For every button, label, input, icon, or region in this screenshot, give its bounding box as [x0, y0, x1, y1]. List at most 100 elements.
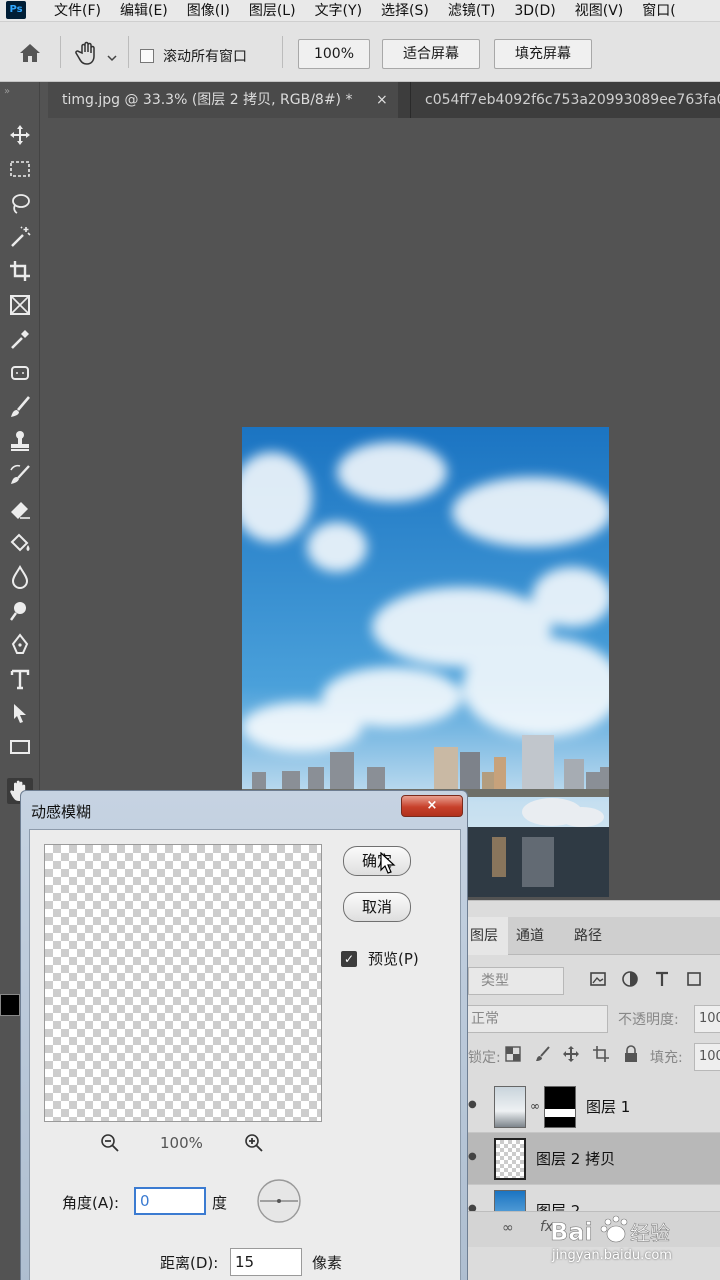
menu-window[interactable]: 窗口(: [642, 0, 675, 22]
brush-tool-icon[interactable]: [7, 394, 33, 420]
opacity-input[interactable]: 100: [694, 1005, 720, 1033]
marquee-tool-icon[interactable]: [7, 156, 33, 182]
type-filter-icon[interactable]: [652, 969, 672, 991]
blur-tool-icon[interactable]: [7, 564, 33, 590]
hand-tool-icon[interactable]: [74, 40, 102, 66]
fill-label: 填充:: [650, 1050, 683, 1066]
dialog-close-button[interactable]: ×: [401, 795, 463, 817]
zoom-100-button[interactable]: 100%: [298, 39, 370, 69]
history-brush-tool-icon[interactable]: [7, 462, 33, 488]
menu-layer[interactable]: 图层(L): [249, 0, 296, 22]
paint-bucket-tool-icon[interactable]: [7, 530, 33, 556]
filter-kind-label: 类型: [481, 973, 509, 989]
preview-zoom-value: 100%: [160, 1134, 203, 1152]
watermark-url: jingyan.baidu.com: [552, 1248, 672, 1263]
scroll-all-windows-checkbox[interactable]: [140, 49, 154, 63]
lock-artboard-icon[interactable]: [592, 1045, 612, 1065]
separator: [282, 36, 283, 68]
tab-paths[interactable]: 路径: [564, 917, 612, 955]
filter-preview-area[interactable]: [44, 844, 322, 1122]
clone-stamp-tool-icon[interactable]: [7, 428, 33, 454]
adjustment-filter-icon[interactable]: [620, 969, 640, 991]
lasso-tool-icon[interactable]: [7, 190, 33, 216]
layer-filter-icons: [588, 969, 720, 993]
distance-unit: 像素: [312, 1254, 343, 1272]
baidu-logo: Bai 经验: [550, 1215, 670, 1246]
layer-name: 图层 2 拷贝: [536, 1150, 616, 1168]
lock-position-icon[interactable]: [562, 1045, 582, 1065]
home-icon[interactable]: [18, 42, 42, 64]
link-icon[interactable]: ∞: [530, 1099, 540, 1113]
spot-healing-tool-icon[interactable]: [7, 360, 33, 386]
svg-text:经验: 经验: [630, 1221, 670, 1245]
magic-wand-tool-icon[interactable]: [7, 224, 33, 250]
crop-tool-icon[interactable]: [7, 258, 33, 284]
path-selection-tool-icon[interactable]: [7, 700, 33, 726]
tab-timg[interactable]: timg.jpg @ 33.3% (图层 2 拷贝, RGB/8#) *: [48, 82, 398, 118]
move-tool-icon[interactable]: [7, 122, 33, 148]
pen-tool-icon[interactable]: [7, 632, 33, 658]
tab-label: timg.jpg @ 33.3% (图层 2 拷贝, RGB/8#) *: [62, 92, 353, 108]
eraser-tool-icon[interactable]: [7, 496, 33, 522]
link-layers-icon[interactable]: ∞: [502, 1220, 514, 1236]
lock-transparency-icon[interactable]: [504, 1045, 524, 1065]
dialog-body: 确定 取消 ✓ 预览(P) 100% 角度(A): 0 度 距离(D): 15 …: [29, 829, 461, 1280]
distance-input[interactable]: 15: [230, 1248, 302, 1276]
frame-tool-icon[interactable]: [7, 292, 33, 318]
preview-checkbox[interactable]: ✓: [341, 951, 357, 967]
zoom-out-icon[interactable]: [100, 1133, 120, 1153]
dialog-titlebar[interactable]: 动感模糊 ×: [21, 791, 467, 827]
visibility-eye-icon[interactable]: ●: [468, 1099, 482, 1113]
lock-icons: [504, 1045, 644, 1067]
ok-button[interactable]: 确定: [343, 846, 411, 876]
menu-items: 文件(F) 编辑(E) 图像(I) 图层(L) 文字(Y) 选择(S) 滤镜(T…: [54, 0, 695, 22]
lock-pixels-icon[interactable]: [534, 1045, 554, 1065]
image-filter-icon[interactable]: [588, 969, 608, 991]
layer-row-selected[interactable]: ● 图层 2 拷贝: [460, 1133, 720, 1185]
menu-type[interactable]: 文字(Y): [315, 0, 362, 22]
lock-label: 锁定:: [468, 1050, 501, 1066]
menu-view[interactable]: 视图(V): [575, 0, 624, 22]
lock-all-icon[interactable]: [622, 1045, 642, 1065]
fill-screen-button[interactable]: 填充屏幕: [494, 39, 592, 69]
fit-screen-button[interactable]: 适合屏幕: [382, 39, 480, 69]
shape-filter-icon[interactable]: [684, 969, 704, 991]
toolbox-grip-icon[interactable]: »: [4, 86, 10, 97]
close-tab-icon[interactable]: ×: [376, 82, 388, 118]
menu-file[interactable]: 文件(F): [54, 0, 101, 22]
angle-dial[interactable]: [256, 1178, 302, 1224]
dodge-tool-icon[interactable]: [7, 598, 33, 624]
separator: [60, 36, 61, 68]
fill-input[interactable]: 100: [694, 1043, 720, 1071]
cancel-button[interactable]: 取消: [343, 892, 411, 922]
angle-label: 角度(A):: [62, 1194, 120, 1212]
motion-blur-dialog: 动感模糊 × 确定 取消 ✓ 预览(P) 100% 角度(A): 0 度 距离(…: [20, 790, 468, 1280]
menu-edit[interactable]: 编辑(E): [120, 0, 168, 22]
menu-bar: Ps 文件(F) 编辑(E) 图像(I) 图层(L) 文字(Y) 选择(S) 滤…: [0, 0, 720, 22]
svg-text:Bai: Bai: [550, 1218, 593, 1246]
tab-second-document[interactable]: c054ff7eb4092f6c753a20993089ee763fa0: [410, 82, 720, 118]
dialog-title: 动感模糊: [31, 803, 92, 821]
blend-mode-label: 正常: [471, 1011, 499, 1027]
photoshop-logo: Ps: [6, 1, 26, 19]
menu-image[interactable]: 图像(I): [187, 0, 230, 22]
visibility-eye-icon[interactable]: ●: [468, 1151, 482, 1165]
menu-select[interactable]: 选择(S): [381, 0, 429, 22]
blend-mode-select[interactable]: 正常: [464, 1005, 608, 1033]
eyedropper-tool-icon[interactable]: [7, 326, 33, 352]
type-tool-icon[interactable]: [7, 666, 33, 692]
zoom-in-icon[interactable]: [244, 1133, 264, 1153]
layer-mask-thumbnail: [544, 1086, 576, 1128]
rectangle-tool-icon[interactable]: [7, 734, 33, 760]
layer-thumbnail: [494, 1138, 526, 1180]
separator: [128, 36, 129, 68]
distance-label: 距离(D):: [160, 1254, 219, 1272]
foreground-color-swatch[interactable]: [0, 994, 20, 1016]
layer-filter-kind-select[interactable]: 类型: [468, 967, 564, 995]
menu-3d[interactable]: 3D(D): [514, 0, 555, 22]
angle-input[interactable]: 0: [134, 1187, 206, 1215]
menu-filter[interactable]: 滤镜(T): [448, 0, 495, 22]
layer-row[interactable]: ● ∞ 图层 1: [460, 1081, 720, 1133]
tab-channels[interactable]: 通道: [506, 917, 554, 955]
chevron-down-icon[interactable]: [106, 50, 118, 62]
